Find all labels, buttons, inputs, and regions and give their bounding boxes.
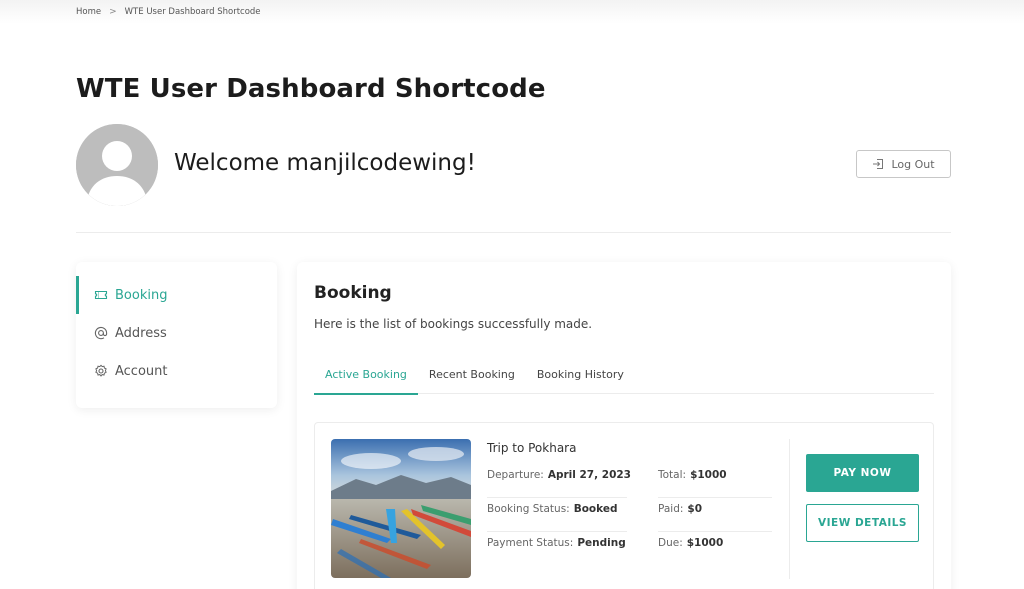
departure-value: April 27, 2023 [547,469,631,481]
sidebar-item-booking[interactable]: Booking [76,276,277,314]
logout-icon [873,159,884,169]
welcome-message: Welcome manjilcodewing! [174,150,476,176]
gear-icon [95,364,107,377]
booking-status-label: Booking Status: [487,503,570,515]
breadcrumb: Home > WTE User Dashboard Shortcode [76,7,261,17]
tab-active-booking[interactable]: Active Booking [314,354,418,395]
sidebar-nav: Booking Address Account [76,262,277,408]
breadcrumb-separator: > [109,7,117,17]
row-divider [658,531,772,532]
booking-card: Trip to Pokhara Departure: April 27, 2023… [314,422,934,589]
page-title: WTE User Dashboard Shortcode [76,74,546,104]
row-divider [658,497,772,498]
due-label: Due: [658,537,683,549]
tab-booking-history[interactable]: Booking History [526,354,635,394]
due-value: $1000 [686,537,724,549]
tab-recent-booking[interactable]: Recent Booking [418,354,526,394]
sidebar-item-address[interactable]: Address [76,314,277,352]
departure-label: Departure: [487,469,544,481]
booking-status-detail: Booking Status: Booked [487,503,617,515]
booking-status-value: Booked [573,503,618,515]
sidebar-item-account[interactable]: Account [76,352,277,390]
actions-divider [789,439,790,579]
booking-panel: Booking Here is the list of bookings suc… [297,262,951,589]
at-icon [94,326,108,340]
pay-now-button[interactable]: PAY NOW [806,454,919,492]
sidebar-item-label: Account [115,363,168,379]
row-divider [487,531,627,532]
total-value: $1000 [690,469,727,481]
booking-tabs: Active Booking Recent Booking Booking Hi… [314,354,934,395]
paid-detail: Paid: $0 [658,503,702,515]
view-details-button[interactable]: VIEW DETAILS [806,504,919,542]
total-detail: Total: $1000 [658,469,727,481]
sidebar-item-label: Address [115,325,167,341]
ticket-icon [94,290,108,300]
payment-status-label: Payment Status: [487,537,574,549]
paid-label: Paid: [658,503,684,515]
breadcrumb-current: WTE User Dashboard Shortcode [124,7,261,17]
trip-image [331,439,471,578]
logout-label: Log Out [891,157,935,171]
payment-status-detail: Payment Status: Pending [487,537,626,549]
breadcrumb-home-link[interactable]: Home [76,7,101,17]
sidebar-item-label: Booking [115,287,168,303]
trip-name: Trip to Pokhara [487,441,577,455]
total-label: Total: [658,469,687,481]
row-divider [487,497,627,498]
header-divider [76,232,951,233]
departure-detail: Departure: April 27, 2023 [487,469,631,481]
logout-button[interactable]: Log Out [856,150,951,178]
paid-value: $0 [687,503,703,515]
due-detail: Due: $1000 [658,537,723,549]
payment-status-value: Pending [577,537,626,549]
avatar [76,124,158,206]
section-description: Here is the list of bookings successfull… [314,317,593,331]
user-avatar-icon [76,124,158,206]
section-title: Booking [314,283,392,303]
trip-photo [331,439,471,578]
